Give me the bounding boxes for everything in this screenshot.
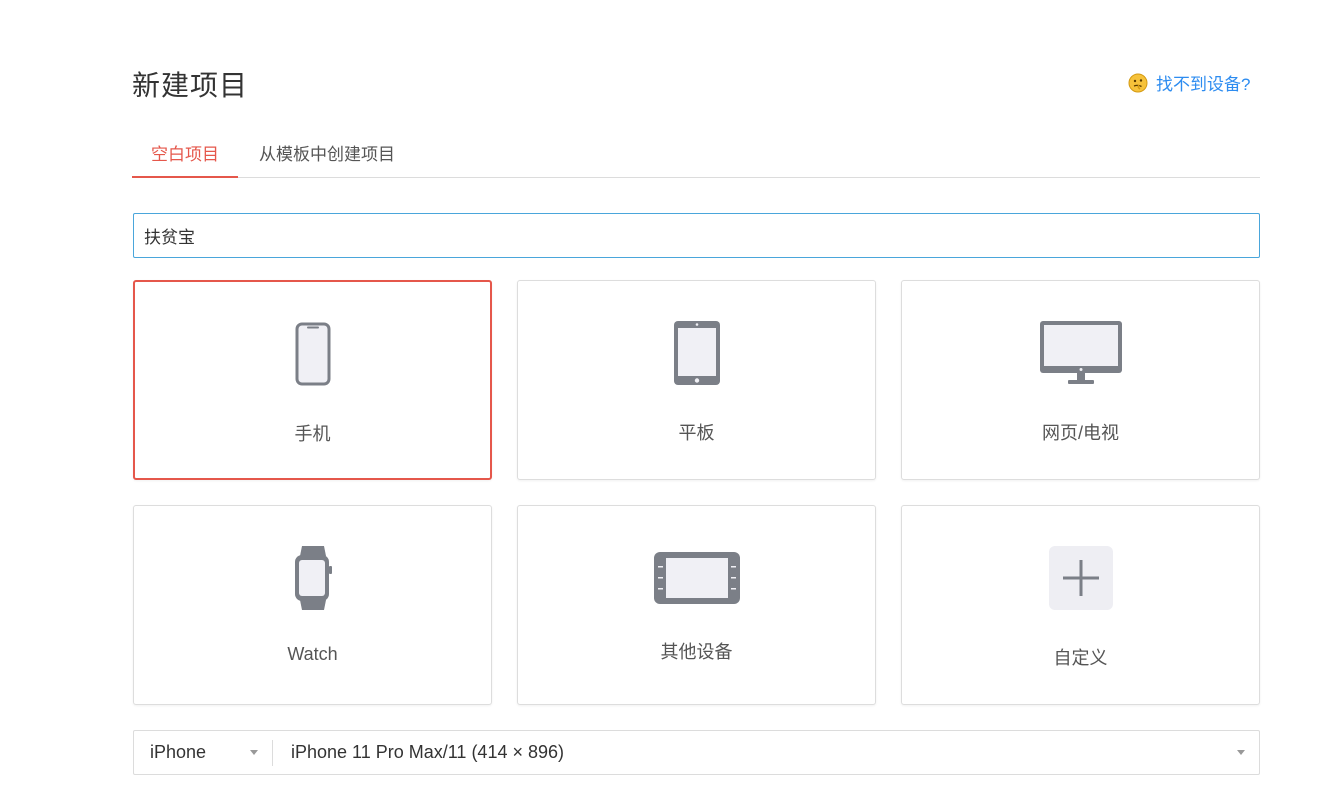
device-select-group: iPhone iPhone 11 Pro Max/11 (414 × 896) [133, 730, 1260, 775]
device-card-other[interactable]: 其他设备 [517, 505, 876, 705]
device-card-label: 网页/电视 [1041, 423, 1119, 443]
tab-from-template[interactable]: 从模板中创建项目 [254, 140, 400, 178]
plus-icon [1048, 546, 1113, 610]
device-type-value: iPhone [150, 742, 207, 762]
device-model-select[interactable]: iPhone 11 Pro Max/11 (414 × 896) [273, 731, 1259, 774]
help-link[interactable]: 找不到设备? [1128, 70, 1250, 95]
tablet-icon [673, 321, 720, 385]
chevron-down-icon [1237, 750, 1245, 755]
watch-icon [294, 546, 332, 610]
device-model-value: iPhone 11 Pro Max/11 (414 × 896) [291, 742, 565, 762]
device-card-watch[interactable]: Watch [133, 505, 492, 705]
help-link-label: 找不到设备? [1156, 75, 1251, 94]
device-card-label: 手机 [294, 424, 331, 444]
device-type-select[interactable]: iPhone [134, 731, 272, 774]
device-card-web-tv[interactable]: 网页/电视 [901, 280, 1260, 480]
device-card-label: 其他设备 [660, 642, 733, 662]
phone-icon [295, 322, 330, 386]
tab-bar: 空白项目 从模板中创建项目 [132, 140, 1260, 178]
device-card-label: 平板 [678, 423, 715, 443]
device-card-custom[interactable]: 自定义 [901, 505, 1260, 705]
page-title: 新建项目 [132, 70, 249, 101]
thinking-face-icon [1128, 73, 1148, 92]
device-card-label: 自定义 [1053, 648, 1108, 668]
project-name-input[interactable] [133, 213, 1260, 258]
tab-blank-project[interactable]: 空白项目 [132, 140, 238, 178]
device-card-phone[interactable]: 手机 [133, 280, 492, 480]
device-card-tablet[interactable]: 平板 [517, 280, 876, 480]
chevron-down-icon [250, 750, 258, 755]
car-display-icon [653, 552, 740, 604]
monitor-icon [1039, 321, 1122, 384]
device-card-label: Watch [287, 644, 338, 664]
